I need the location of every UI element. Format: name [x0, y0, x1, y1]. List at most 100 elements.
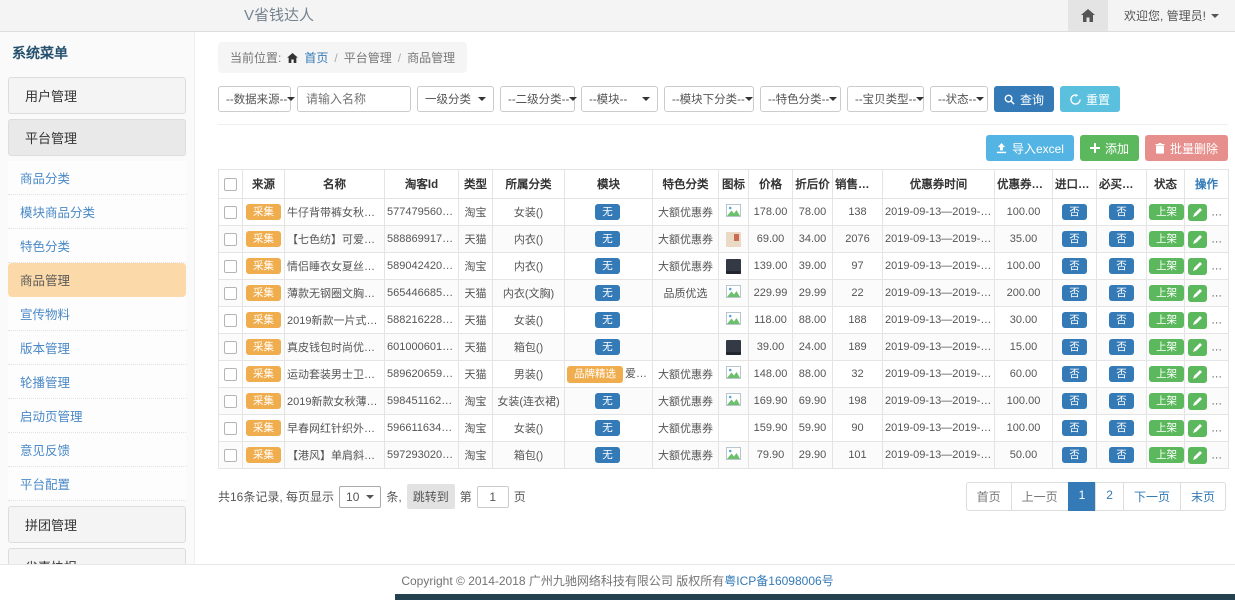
delete-button[interactable]	[1212, 447, 1228, 464]
page-button-上一页[interactable]: 上一页	[1011, 482, 1069, 511]
filter-item-type[interactable]: --宝贝类型--	[847, 86, 924, 112]
filter-data-source[interactable]: --数据来源--	[218, 86, 291, 112]
row-checkbox[interactable]	[224, 395, 237, 408]
sidebar-item-商品管理[interactable]: 商品管理	[8, 263, 186, 297]
status-badge[interactable]: 上架	[1149, 312, 1184, 329]
edit-button[interactable]	[1188, 447, 1207, 464]
edit-button[interactable]	[1188, 366, 1207, 383]
icp-link[interactable]: 粤ICP备16098006号	[724, 574, 833, 588]
import-excel-button[interactable]: 导入excel	[986, 135, 1074, 161]
status-badge[interactable]: 上架	[1149, 339, 1184, 356]
status-badge[interactable]: 上架	[1149, 258, 1184, 275]
row-checkbox[interactable]	[224, 260, 237, 273]
must-buy-badge[interactable]: 否	[1109, 447, 1134, 464]
status-badge[interactable]: 上架	[1149, 366, 1184, 383]
status-badge[interactable]: 上架	[1149, 285, 1184, 302]
import-select-badge[interactable]: 否	[1062, 339, 1087, 356]
filter-status[interactable]: --状态--	[930, 86, 988, 112]
edit-button[interactable]	[1188, 420, 1207, 437]
row-checkbox[interactable]	[224, 287, 237, 300]
must-buy-badge[interactable]: 否	[1109, 285, 1134, 302]
delete-button[interactable]	[1212, 285, 1228, 302]
row-checkbox[interactable]	[224, 422, 237, 435]
sidebar-item-模块商品分类[interactable]: 模块商品分类	[8, 195, 186, 229]
import-select-badge[interactable]: 否	[1062, 447, 1087, 464]
jump-button[interactable]: 跳转到	[407, 484, 455, 509]
edit-button[interactable]	[1188, 393, 1207, 410]
page-button-下一页[interactable]: 下一页	[1123, 482, 1181, 511]
must-buy-badge[interactable]: 否	[1109, 312, 1134, 329]
delete-button[interactable]	[1212, 393, 1228, 410]
status-badge[interactable]: 上架	[1149, 420, 1184, 437]
must-buy-badge[interactable]: 否	[1109, 420, 1134, 437]
jump-page-input[interactable]	[477, 486, 509, 508]
sidebar-group-省惠快报[interactable]: 省惠快报	[8, 548, 186, 564]
import-select-badge[interactable]: 否	[1062, 366, 1087, 383]
row-checkbox[interactable]	[224, 233, 237, 246]
status-badge[interactable]: 上架	[1149, 393, 1184, 410]
filter-level2-category[interactable]: --二级分类--	[500, 86, 575, 112]
import-select-badge[interactable]: 否	[1062, 393, 1087, 410]
sidebar-item-平台配置[interactable]: 平台配置	[8, 467, 186, 501]
user-menu[interactable]: 欢迎您, 管理员!	[1108, 7, 1235, 24]
row-checkbox[interactable]	[224, 206, 237, 219]
must-buy-badge[interactable]: 否	[1109, 231, 1134, 248]
sidebar-item-版本管理[interactable]: 版本管理	[8, 331, 186, 365]
delete-button[interactable]	[1212, 366, 1228, 383]
row-checkbox[interactable]	[224, 368, 237, 381]
edit-button[interactable]	[1188, 339, 1207, 356]
breadcrumb-home-link[interactable]: 首页	[304, 49, 328, 66]
home-button[interactable]	[1068, 0, 1108, 31]
page-button-首页[interactable]: 首页	[966, 482, 1012, 511]
edit-button[interactable]	[1188, 231, 1207, 248]
per-page-select[interactable]: 10	[339, 486, 381, 508]
import-select-badge[interactable]: 否	[1062, 285, 1087, 302]
edit-button[interactable]	[1188, 258, 1207, 275]
row-checkbox[interactable]	[224, 314, 237, 327]
status-badge[interactable]: 上架	[1149, 447, 1184, 464]
page-button-末页[interactable]: 末页	[1180, 482, 1226, 511]
sidebar-item-轮播管理[interactable]: 轮播管理	[8, 365, 186, 399]
page-button-1[interactable]: 1	[1068, 482, 1097, 511]
page-button-2[interactable]: 2	[1095, 482, 1124, 511]
name-search-input[interactable]	[297, 86, 411, 112]
status-badge[interactable]: 上架	[1149, 231, 1184, 248]
import-select-badge[interactable]: 否	[1062, 258, 1087, 275]
delete-button[interactable]	[1212, 339, 1228, 356]
sidebar-item-启动页管理[interactable]: 启动页管理	[8, 399, 186, 433]
sidebar-group-拼团管理[interactable]: 拼团管理	[8, 506, 186, 543]
reset-button[interactable]: 重置	[1060, 86, 1120, 112]
sidebar-group-平台管理[interactable]: 平台管理	[8, 119, 186, 156]
delete-button[interactable]	[1212, 258, 1228, 275]
delete-button[interactable]	[1212, 420, 1228, 437]
import-select-badge[interactable]: 否	[1062, 312, 1087, 329]
delete-button[interactable]	[1212, 231, 1228, 248]
sidebar-item-宣传物料[interactable]: 宣传物料	[8, 297, 186, 331]
import-select-badge[interactable]: 否	[1062, 204, 1087, 221]
filter-feature-category[interactable]: --特色分类--	[760, 86, 841, 112]
query-button[interactable]: 查询	[994, 86, 1054, 112]
delete-button[interactable]	[1212, 312, 1228, 329]
filter-module-subcategory[interactable]: --模块下分类--	[664, 86, 754, 112]
must-buy-badge[interactable]: 否	[1109, 204, 1134, 221]
batch-delete-button[interactable]: 批量删除	[1145, 135, 1228, 161]
sidebar-group-用户管理[interactable]: 用户管理	[8, 77, 186, 114]
import-select-badge[interactable]: 否	[1062, 420, 1087, 437]
add-button[interactable]: 添加	[1080, 135, 1139, 161]
row-checkbox[interactable]	[224, 341, 237, 354]
must-buy-badge[interactable]: 否	[1109, 393, 1134, 410]
status-badge[interactable]: 上架	[1149, 204, 1184, 221]
filter-module[interactable]: --模块--	[581, 86, 658, 112]
delete-button[interactable]	[1212, 204, 1228, 221]
edit-button[interactable]	[1188, 285, 1207, 302]
import-select-badge[interactable]: 否	[1062, 231, 1087, 248]
must-buy-badge[interactable]: 否	[1109, 258, 1134, 275]
must-buy-badge[interactable]: 否	[1109, 339, 1134, 356]
filter-level1-category[interactable]: 一级分类	[417, 86, 494, 112]
edit-button[interactable]	[1188, 312, 1207, 329]
edit-button[interactable]	[1188, 204, 1207, 221]
must-buy-badge[interactable]: 否	[1109, 366, 1134, 383]
sidebar-item-意见反馈[interactable]: 意见反馈	[8, 433, 186, 467]
sidebar-item-特色分类[interactable]: 特色分类	[8, 229, 186, 263]
row-checkbox[interactable]	[224, 449, 237, 462]
